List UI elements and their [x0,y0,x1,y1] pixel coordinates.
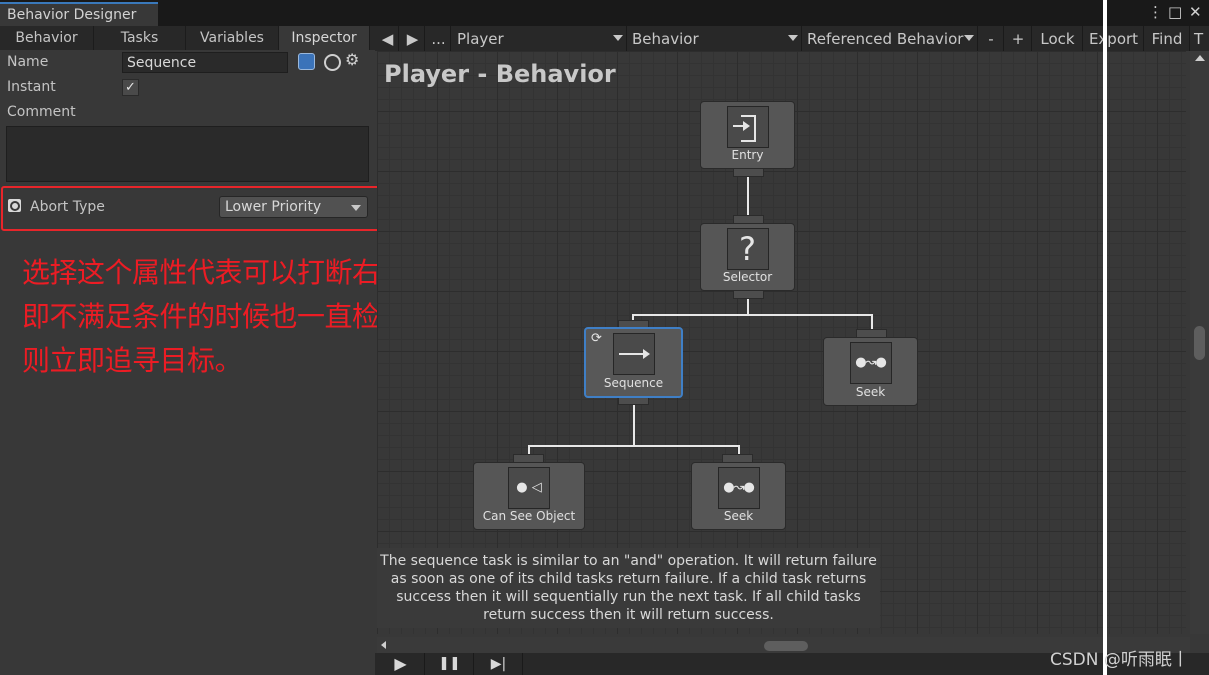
connector-sequence-branch [528,445,740,447]
watch-icon[interactable] [324,54,341,71]
connector-entry-selector [747,176,749,216]
toolbar-overflow-button[interactable]: T [1194,26,1209,51]
question-mark-icon: ? [726,228,769,270]
annotation-line-3: 则立即追寻目标。 [22,344,243,377]
abort-type-value: Lower Priority [225,199,322,215]
seek-node-right[interactable]: ●↝● Seek [823,337,918,406]
maximize-icon[interactable]: □ [1168,3,1182,21]
tab-inspector[interactable]: Inspector [279,26,370,50]
window-title-bar [0,0,1209,26]
comment-label: Comment [7,104,76,120]
chevron-down-icon [613,35,623,41]
abort-type-dropdown[interactable]: Lower Priority [219,196,368,218]
menu-icon[interactable]: ⋮ [1148,3,1163,21]
connector-sequence-down [633,404,635,446]
graph-title: Player - Behavior [384,60,616,88]
can-see-object-label: Can See Object [482,509,576,523]
remove-behavior-button[interactable]: - [979,26,1004,51]
close-icon[interactable]: ✕ [1189,3,1202,21]
window-title: Behavior Designer [7,7,137,23]
can-see-object-node[interactable]: ● ◁ Can See Object [473,462,585,530]
entry-out-port [733,168,764,177]
entry-node[interactable]: Entry [700,101,795,169]
add-behavior-button[interactable]: + [1005,26,1032,51]
pause-button[interactable]: ❚❚ [426,653,474,675]
tab-behavior[interactable]: Behavior [0,26,94,50]
task-description: The sequence task is similar to an "and"… [377,548,880,628]
seek-node-bottom[interactable]: ●↝● Seek [691,462,786,530]
referenced-behavior-label: Referenced Behavior [807,30,964,48]
play-button[interactable]: ▶ [377,653,425,675]
selector-out-port [733,290,764,299]
abort-type-label: Abort Type [30,199,105,215]
find-button[interactable]: Find [1145,26,1190,51]
arrow-right-icon [612,333,655,375]
lock-button[interactable]: Lock [1033,26,1083,51]
watermark: CSDN @听雨眠丨 [1050,650,1189,670]
object-dropdown-value: Player [457,30,504,48]
name-input[interactable]: Sequence [122,52,288,73]
window-tab[interactable]: Behavior Designer [0,2,158,26]
image-divider [1103,0,1107,675]
magnifier-icon[interactable] [8,199,21,212]
seek-bottom-label: Seek [723,509,754,523]
step-button[interactable]: ▶| [475,653,523,675]
chevron-down-icon [788,35,798,41]
horizontal-scroll-thumb[interactable] [764,641,808,651]
seek-right-label: Seek [855,385,886,399]
vertical-scroll-thumb[interactable] [1194,326,1205,360]
scroll-left-icon[interactable] [381,641,386,649]
selector-node[interactable]: ? Selector [700,223,795,291]
sequence-node[interactable]: ⟳ Sequence [584,327,683,398]
name-label: Name [7,54,49,70]
entry-icon [726,106,769,148]
connector-selector-branch [632,314,872,316]
tab-tasks[interactable]: Tasks [94,26,186,50]
chevron-down-icon [964,35,974,41]
sequence-node-label: Sequence [603,376,664,390]
instant-checkbox[interactable]: ✓ [122,79,139,96]
conditional-abort-icon: ⟳ [591,331,602,346]
object-dropdown[interactable]: Player [453,26,627,51]
seek-icon: ●↝● [849,342,892,384]
behavior-dropdown[interactable]: Behavior [628,26,802,51]
instant-label: Instant [7,79,56,95]
gear-icon[interactable]: ⚙ [345,50,359,69]
entry-node-label: Entry [731,148,764,162]
tab-variables[interactable]: Variables [186,26,279,50]
more-button[interactable]: ... [427,26,451,51]
prev-button[interactable]: ◀ [377,26,399,51]
chevron-down-icon [351,205,361,211]
help-icon[interactable] [298,53,315,70]
behavior-dropdown-value: Behavior [632,30,699,48]
referenced-behavior-dropdown[interactable]: Referenced Behavior [803,26,978,51]
scroll-up-icon[interactable] [1195,55,1205,61]
seek-icon: ●↝● [717,467,760,509]
next-button[interactable]: ▶ [401,26,425,51]
comment-textarea[interactable] [6,126,369,182]
selector-node-label: Selector [722,270,773,284]
eye-cone-icon: ● ◁ [508,467,550,509]
connector-selector-down [747,298,749,314]
export-button[interactable]: Export [1084,26,1144,51]
connector-to-seek-right [871,314,873,330]
